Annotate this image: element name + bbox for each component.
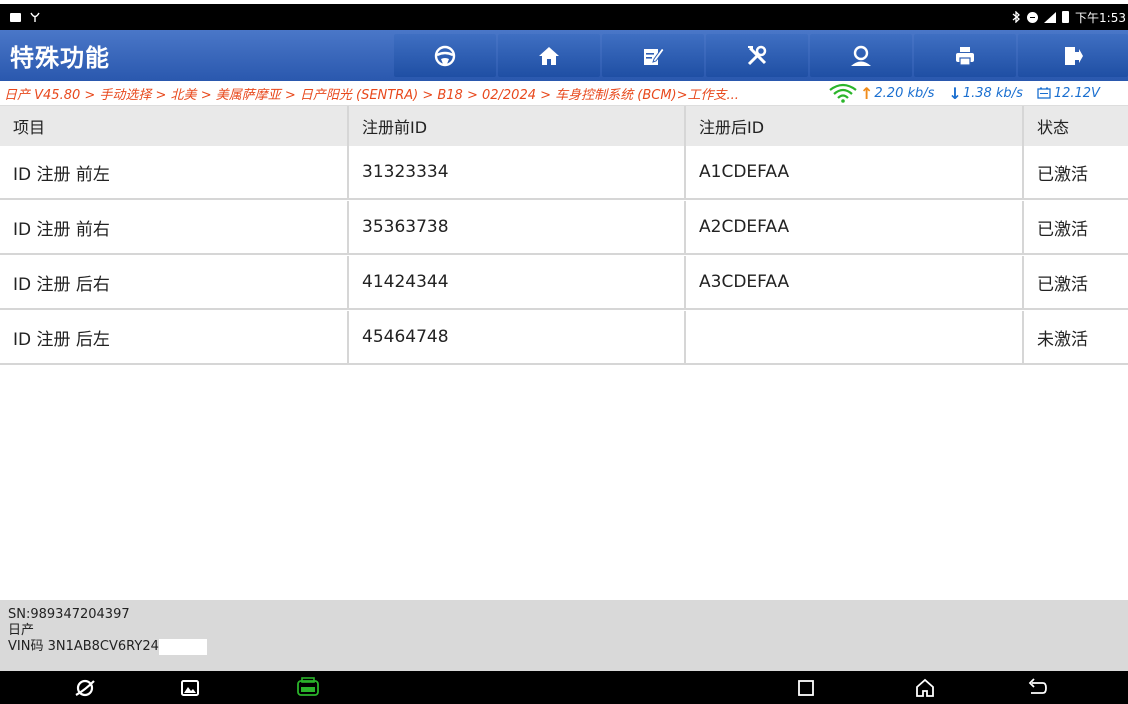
header-item: 项目 bbox=[0, 106, 349, 146]
signal-icon bbox=[1044, 11, 1057, 23]
upload-speed: 2.20 kb/s bbox=[874, 85, 935, 101]
steering-wheel-button[interactable] bbox=[394, 34, 496, 77]
network-speed: ↑ 2.20 kb/s ↓ 1.38 kb/s bbox=[860, 84, 1023, 103]
cell-after-id: A2CDEFAA bbox=[686, 201, 1024, 253]
table-row[interactable]: ID 注册 后右 41424344 A3CDEFAA 已激活 bbox=[0, 256, 1128, 310]
cell-item: ID 注册 前左 bbox=[0, 146, 349, 198]
vehicle-brand: 日产 bbox=[8, 623, 35, 638]
header-before-id: 注册前ID bbox=[349, 106, 686, 146]
header-after-id: 注册后ID bbox=[686, 106, 1024, 146]
table-row[interactable]: ID 注册 前右 35363738 A2CDEFAA 已激活 bbox=[0, 201, 1128, 255]
tools-button[interactable] bbox=[706, 34, 808, 77]
tools-icon bbox=[747, 45, 767, 65]
table-row[interactable]: ID 注册 前左 31323334 A1CDEFAA 已激活 bbox=[0, 146, 1128, 200]
gallery-icon[interactable] bbox=[180, 677, 200, 699]
back-icon[interactable] bbox=[1026, 677, 1048, 699]
exit-button[interactable] bbox=[1018, 34, 1128, 77]
navigation-bar bbox=[0, 671, 1128, 704]
cell-before-id: 41424344 bbox=[349, 256, 686, 308]
cell-before-id: 35363738 bbox=[349, 201, 686, 253]
serial-number: SN:989347204397 bbox=[8, 607, 130, 622]
clock: 下午1:53 bbox=[1075, 10, 1126, 25]
home-button[interactable] bbox=[498, 34, 600, 77]
battery-icon bbox=[1062, 11, 1070, 23]
cell-status: 已激活 bbox=[1037, 219, 1088, 240]
print-button[interactable] bbox=[914, 34, 1016, 77]
recent-apps-icon[interactable] bbox=[795, 677, 817, 699]
user-icon bbox=[851, 45, 871, 66]
wifi-icon bbox=[829, 83, 857, 103]
breadcrumb: 日产 V45.80 > 手动选择 > 北美 > 美属萨摩亚 > 日产阳光 (SE… bbox=[4, 87, 739, 103]
vehicle-info-footer: SN:989347204397 日产 VIN码 3N1AB8CV6RY24 bbox=[0, 600, 1128, 671]
steering-wheel-icon bbox=[434, 45, 456, 66]
report-button[interactable] bbox=[602, 34, 704, 77]
bluetooth-icon bbox=[1012, 11, 1021, 23]
download-speed: 1.38 kb/s bbox=[962, 85, 1023, 101]
cell-status: 未激活 bbox=[1037, 329, 1088, 350]
page-title: 特殊功能 bbox=[10, 44, 110, 72]
table-row[interactable]: ID 注册 后左 45464748 未激活 bbox=[0, 311, 1128, 365]
vin-line: VIN码 3N1AB8CV6RY24 bbox=[8, 639, 1128, 655]
cell-after-id: A3CDEFAA bbox=[686, 256, 1024, 308]
status-bar: 下午1:53 bbox=[0, 4, 1128, 30]
dnd-icon bbox=[1027, 11, 1039, 23]
vin-redaction bbox=[158, 639, 207, 655]
cell-before-id: 31323334 bbox=[349, 146, 686, 198]
table-header: 项目 注册前ID 注册后ID 状态 bbox=[0, 106, 1128, 146]
user-button[interactable] bbox=[810, 34, 912, 77]
browser-icon[interactable] bbox=[74, 677, 96, 699]
title-bar: 特殊功能 bbox=[0, 30, 1128, 81]
cell-status: 已激活 bbox=[1037, 274, 1088, 295]
print-icon bbox=[956, 46, 974, 66]
cell-after-id bbox=[686, 311, 1024, 363]
edit-report-icon bbox=[644, 46, 664, 65]
cell-status: 已激活 bbox=[1037, 164, 1088, 185]
cell-item: ID 注册 后右 bbox=[0, 256, 349, 308]
cell-after-id: A1CDEFAA bbox=[686, 146, 1024, 198]
voltage-value: 12.12V bbox=[1053, 85, 1100, 101]
cell-item: ID 注册 后左 bbox=[0, 311, 349, 363]
cell-item: ID 注册 前右 bbox=[0, 201, 349, 253]
usb-debug-icon bbox=[30, 12, 40, 22]
notification-icon bbox=[10, 12, 21, 22]
vin-number: VIN码 3N1AB8CV6RY24 bbox=[8, 639, 159, 654]
battery-voltage: 12.12V bbox=[1037, 86, 1100, 101]
cell-before-id: 45464748 bbox=[349, 311, 686, 363]
exit-icon bbox=[1065, 46, 1083, 65]
header-status: 状态 bbox=[1037, 118, 1070, 137]
breadcrumb-bar: 日产 V45.80 > 手动选择 > 北美 > 美属萨摩亚 > 日产阳光 (SE… bbox=[0, 81, 1128, 106]
home-icon bbox=[539, 46, 559, 65]
home-nav-icon[interactable] bbox=[914, 677, 936, 699]
car-battery-icon bbox=[1037, 87, 1051, 99]
upload-arrow-icon: ↑ bbox=[860, 83, 874, 103]
vci-icon[interactable] bbox=[295, 677, 321, 699]
download-arrow-icon: ↓ bbox=[948, 83, 962, 103]
